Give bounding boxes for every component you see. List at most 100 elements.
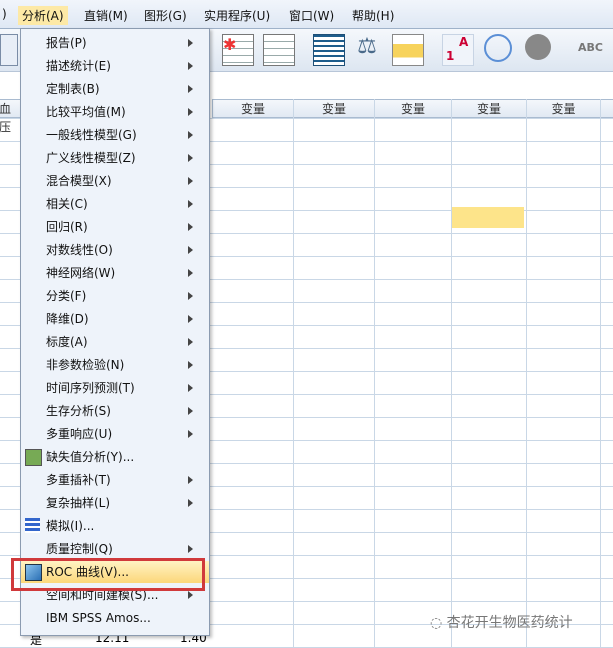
column-header-partial[interactable]: 血压 — [0, 99, 22, 134]
menu-item[interactable]: 神经网络(W) — [21, 262, 209, 284]
menu-item-label: 回归(R) — [46, 220, 88, 234]
chart-edit-icon[interactable] — [263, 34, 295, 66]
column-header-var[interactable]: 变量 — [293, 99, 375, 118]
menu-item[interactable]: 混合模型(X) — [21, 170, 209, 192]
selected-cell[interactable] — [452, 207, 524, 228]
submenu-arrow-icon — [188, 315, 193, 323]
menu-item-label: 时间序列预测(T) — [46, 381, 135, 395]
menu-item-label: 降维(D) — [46, 312, 89, 326]
split-file-icon[interactable] — [313, 34, 345, 66]
menu-item[interactable]: 质量控制(Q) — [21, 538, 209, 560]
menu-item-label: 多重插补(T) — [46, 473, 111, 487]
menu-item[interactable]: IBM SPSS Amos... — [21, 607, 209, 629]
submenu-arrow-icon — [188, 200, 193, 208]
column-header-var[interactable]: 变量 — [526, 99, 601, 118]
menu-item[interactable]: 分类(F) — [21, 285, 209, 307]
submenu-arrow-icon — [188, 476, 193, 484]
menu-item-label: 相关(C) — [46, 197, 88, 211]
menu-item-label: 混合模型(X) — [46, 174, 112, 188]
menu-item[interactable]: 定制表(B) — [21, 78, 209, 100]
menu-item[interactable]: 降维(D) — [21, 308, 209, 330]
submenu-arrow-icon — [188, 338, 193, 346]
data-editor-icon[interactable] — [0, 34, 18, 66]
submenu-arrow-icon — [188, 108, 193, 116]
menu-item[interactable]: 多重响应(U) — [21, 423, 209, 445]
simulation-icon — [25, 518, 40, 533]
submenu-arrow-icon — [188, 177, 193, 185]
menu-item-label: 一般线性模型(G) — [46, 128, 137, 142]
menu-item[interactable]: 多重插补(T) — [21, 469, 209, 491]
submenu-arrow-icon — [188, 223, 193, 231]
watermark: ◌ 杏花开生物医药统计 — [430, 615, 573, 631]
submenu-arrow-icon — [188, 545, 193, 553]
menu-item-label: 复杂抽样(L) — [46, 496, 111, 510]
menu-item[interactable]: 非参数检验(N) — [21, 354, 209, 376]
menu-item-label: 标度(A) — [46, 335, 88, 349]
submenu-arrow-icon — [188, 39, 193, 47]
menu-utilities[interactable]: 实用程序(U) — [200, 6, 274, 25]
highlight-annotation-box — [11, 558, 205, 591]
menu-bar: ) 分析(A) 直销(M) 图形(G) 实用程序(U) 窗口(W) 帮助(H) — [0, 0, 613, 29]
menu-item[interactable]: 相关(C) — [21, 193, 209, 215]
menu-window[interactable]: 窗口(W) — [285, 6, 338, 25]
select-cases-icon[interactable] — [392, 34, 424, 66]
menu-item-label: 模拟(I)... — [46, 519, 95, 533]
menu-item-label: 缺失值分析(Y)... — [46, 450, 135, 464]
submenu-arrow-icon — [188, 269, 193, 277]
menu-item-label: 描述统计(E) — [46, 59, 111, 73]
menu-item[interactable]: 标度(A) — [21, 331, 209, 353]
menu-item[interactable]: 复杂抽样(L) — [21, 492, 209, 514]
submenu-arrow-icon — [188, 62, 193, 70]
menu-item[interactable]: 广义线性模型(Z) — [21, 147, 209, 169]
submenu-arrow-icon — [188, 292, 193, 300]
column-header-var[interactable]: 变量 — [212, 99, 294, 118]
menu-item[interactable]: 时间序列预测(T) — [21, 377, 209, 399]
menu-item-label: 广义线性模型(Z) — [46, 151, 136, 165]
menu-item-label: 生存分析(S) — [46, 404, 111, 418]
weight-cases-icon[interactable]: ⚖ — [352, 34, 382, 64]
menu-item-label: 比较平均值(M) — [46, 105, 126, 119]
menu-partial[interactable]: ) — [0, 6, 11, 22]
menu-item[interactable]: 模拟(I)... — [21, 515, 209, 537]
menu-item[interactable]: 回归(R) — [21, 216, 209, 238]
menu-item-label: IBM SPSS Amos... — [46, 611, 151, 625]
column-header-var[interactable] — [600, 99, 613, 118]
insert-cases-icon[interactable]: ✱ — [222, 34, 254, 66]
menu-item[interactable]: 描述统计(E) — [21, 55, 209, 77]
menu-item-label: 质量控制(Q) — [46, 542, 113, 556]
spell-check-icon[interactable]: ABC — [578, 41, 608, 71]
menu-help[interactable]: 帮助(H) — [348, 6, 398, 25]
menu-item-label: 对数线性(O) — [46, 243, 113, 257]
menu-item[interactable]: 一般线性模型(G) — [21, 124, 209, 146]
menu-item[interactable]: 缺失值分析(Y)... — [21, 446, 209, 468]
analyze-dropdown-menu: 报告(P) 描述统计(E) 定制表(B) 比较平均值(M) 一般线性模型(G) 广义线性模… — [20, 28, 210, 636]
menu-direct-marketing[interactable]: 直销(M) — [80, 6, 132, 25]
wechat-icon: ◌ — [430, 615, 447, 631]
menu-item[interactable]: 比较平均值(M) — [21, 101, 209, 123]
submenu-arrow-icon — [188, 591, 193, 599]
submenu-arrow-icon — [188, 361, 193, 369]
submenu-arrow-icon — [188, 384, 193, 392]
submenu-arrow-icon — [188, 430, 193, 438]
menu-item[interactable]: 生存分析(S) — [21, 400, 209, 422]
submenu-arrow-icon — [188, 131, 193, 139]
menu-graphs[interactable]: 图形(G) — [140, 6, 191, 25]
variable-sets-icon[interactable] — [484, 34, 512, 62]
menu-item-label: 多重响应(U) — [46, 427, 113, 441]
column-header-var[interactable]: 变量 — [374, 99, 452, 118]
menu-item[interactable]: 对数线性(O) — [21, 239, 209, 261]
menu-analyze[interactable]: 分析(A) — [18, 6, 68, 25]
missing-value-icon — [25, 449, 42, 466]
submenu-arrow-icon — [188, 246, 193, 254]
menu-item[interactable]: 报告(P) — [21, 32, 209, 54]
show-all-variables-icon[interactable] — [525, 34, 551, 60]
menu-item-label: 非参数检验(N) — [46, 358, 125, 372]
menu-item-label: 报告(P) — [46, 36, 87, 50]
menu-item-label: 分类(F) — [46, 289, 87, 303]
submenu-arrow-icon — [188, 85, 193, 93]
menu-item-label: 定制表(B) — [46, 82, 100, 96]
value-labels-icon[interactable]: A1 — [442, 34, 474, 66]
submenu-arrow-icon — [188, 499, 193, 507]
column-header-var[interactable]: 变量 — [451, 99, 527, 118]
submenu-arrow-icon — [188, 407, 193, 415]
